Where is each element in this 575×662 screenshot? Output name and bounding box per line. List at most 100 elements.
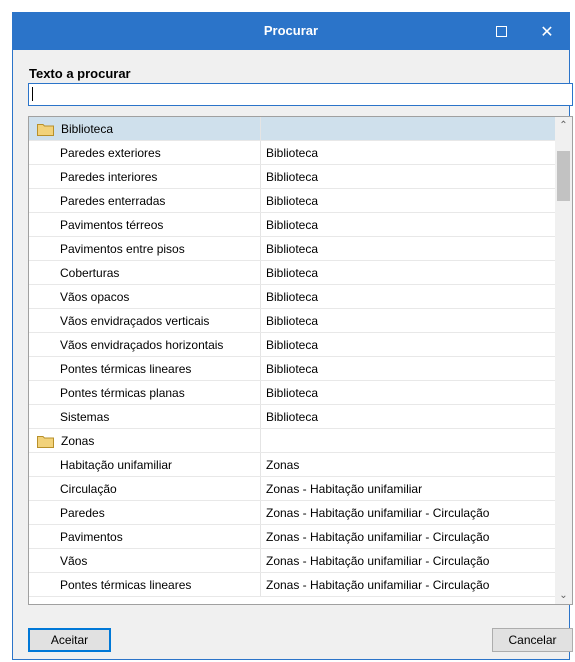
name-cell: Zonas [29, 429, 261, 453]
scrollbar-thumb[interactable] [557, 151, 570, 201]
location-cell: Biblioteca [266, 290, 319, 304]
search-dialog: Procurar ✕ Texto a procurar Pontes térmi… [12, 12, 573, 660]
location-cell: Biblioteca [266, 194, 319, 208]
name-cell: Biblioteca [29, 117, 261, 141]
title-bar[interactable]: Procurar ✕ [13, 13, 569, 50]
row-name: Vãos envidraçados horizontais [60, 338, 224, 352]
row-name: Habitação unifamiliar [60, 458, 173, 472]
name-cell: Coberturas [29, 261, 261, 285]
close-button[interactable]: ✕ [524, 13, 570, 50]
list-item[interactable]: Pontes térmicas lineares Biblioteca [29, 357, 555, 381]
list-item[interactable]: Vãos envidraçados verticais Biblioteca [29, 309, 555, 333]
list-item[interactable]: Pavimentos entre pisos Biblioteca [29, 237, 555, 261]
location-cell: Zonas - Habitação unifamiliar - Circulaç… [266, 530, 490, 544]
location-cell: Biblioteca [266, 266, 319, 280]
row-divider [29, 428, 555, 429]
vertical-scrollbar[interactable]: ⌃ ⌄ [555, 117, 572, 604]
location-cell: Biblioteca [266, 410, 319, 424]
row-name: Zonas [61, 434, 95, 448]
name-cell: Pavimentos [29, 525, 261, 549]
list-item[interactable]: Vãos opacos Biblioteca [29, 285, 555, 309]
name-cell: Circulação [29, 477, 261, 501]
name-cell: Pavimentos entre pisos [29, 237, 261, 261]
location-cell: Biblioteca [266, 218, 319, 232]
list-item[interactable]: Sistemas Biblioteca [29, 405, 555, 429]
list-item[interactable]: Pavimentos Zonas - Habitação unifamiliar … [29, 525, 555, 549]
row-name: Vãos envidraçados verticais [60, 314, 210, 328]
close-icon: ✕ [540, 23, 554, 41]
location-cell: Zonas - Habitação unifamiliar - Circulaç… [266, 578, 490, 592]
row-divider [29, 164, 555, 165]
name-cell: Vãos [29, 549, 261, 573]
row-name: Paredes interiores [60, 170, 158, 184]
search-caret-layer [28, 83, 573, 106]
row-name: Pontes térmicas planas [60, 386, 185, 400]
group-row[interactable]: Zonas [29, 429, 555, 453]
row-name: Paredes exteriores [60, 146, 161, 160]
cancel-button[interactable]: Cancelar [492, 628, 573, 652]
location-cell: Biblioteca [266, 338, 319, 352]
group-row[interactable]: Biblioteca [29, 117, 555, 141]
row-divider [29, 596, 555, 597]
list-item[interactable]: Habitação unifamiliar Zonas [29, 453, 555, 477]
location-cell: Biblioteca [266, 314, 319, 328]
row-name: Vãos opacos [60, 290, 130, 304]
row-divider [29, 572, 555, 573]
row-divider [29, 284, 555, 285]
location-cell: Biblioteca [266, 362, 319, 376]
row-name: Pontes térmicas lineares [60, 362, 192, 376]
name-cell: Pontes térmicas lineares [29, 357, 261, 381]
row-divider [29, 308, 555, 309]
name-cell: Paredes exteriores [29, 141, 261, 165]
accept-button[interactable]: Aceitar [28, 628, 111, 652]
list-item[interactable]: Pontes térmicas lineares Zonas - Habitaçã… [29, 573, 555, 597]
name-cell: Vãos envidraçados horizontais [29, 333, 261, 357]
name-cell: Habitação unifamiliar [29, 453, 261, 477]
row-name: Paredes [60, 506, 105, 520]
list-item[interactable]: Paredes exteriores Biblioteca [29, 141, 555, 165]
row-name: Pavimentos [60, 530, 123, 544]
row-divider [29, 476, 555, 477]
maximize-button[interactable] [478, 13, 524, 50]
row-divider [29, 524, 555, 525]
folder-icon [37, 436, 54, 448]
row-divider [29, 404, 555, 405]
list-item[interactable]: Circulação Zonas - Habitação unifamiliar [29, 477, 555, 501]
row-name: Pontes térmicas lineares [60, 578, 192, 592]
row-name: Biblioteca [61, 122, 114, 136]
list-item[interactable]: Pavimentos térreos Biblioteca [29, 213, 555, 237]
row-divider [29, 212, 555, 213]
row-divider [29, 140, 555, 141]
chevron-down-icon[interactable]: ⌄ [555, 587, 572, 604]
row-divider [29, 188, 555, 189]
location-cell: Zonas - Habitação unifamiliar [266, 482, 423, 496]
chevron-up-icon[interactable]: ⌃ [555, 117, 572, 134]
row-divider [29, 236, 555, 237]
results-list[interactable]: Pontes térmicas lineares Zonas - Habitaçã… [28, 116, 573, 605]
list-item[interactable]: Paredes interiores Biblioteca [29, 165, 555, 189]
location-cell: Biblioteca [266, 242, 319, 256]
row-name: Paredes enterradas [60, 194, 166, 208]
list-item[interactable]: Paredes Zonas - Habitação unifamiliar - C… [29, 501, 555, 525]
row-name: Pavimentos térreos [60, 218, 164, 232]
list-item[interactable]: Coberturas Biblioteca [29, 261, 555, 285]
row-divider [29, 332, 555, 333]
name-cell: Pontes térmicas planas [29, 381, 261, 405]
row-divider [29, 452, 555, 453]
row-name: Sistemas [60, 410, 110, 424]
location-cell: Biblioteca [266, 146, 319, 160]
list-item[interactable]: Vãos envidraçados horizontais Biblioteca [29, 333, 555, 357]
location-cell: Biblioteca [266, 386, 319, 400]
location-cell: Zonas - Habitação unifamiliar - Circulaç… [266, 554, 490, 568]
name-cell: Pavimentos térreos [29, 213, 261, 237]
row-name: Vãos [60, 554, 88, 568]
maximize-icon [495, 26, 507, 37]
location-cell: Zonas - Habitação unifamiliar - Circulaç… [266, 506, 490, 520]
location-cell [266, 117, 555, 141]
name-cell: Vãos envidraçados verticais [29, 309, 261, 333]
name-cell: Paredes enterradas [29, 189, 261, 213]
row-divider [29, 548, 555, 549]
list-item[interactable]: Pontes térmicas planas Biblioteca [29, 381, 555, 405]
list-item[interactable]: Paredes enterradas Biblioteca [29, 189, 555, 213]
list-item[interactable]: Vãos Zonas - Habitação unifamiliar - Circ… [29, 549, 555, 573]
